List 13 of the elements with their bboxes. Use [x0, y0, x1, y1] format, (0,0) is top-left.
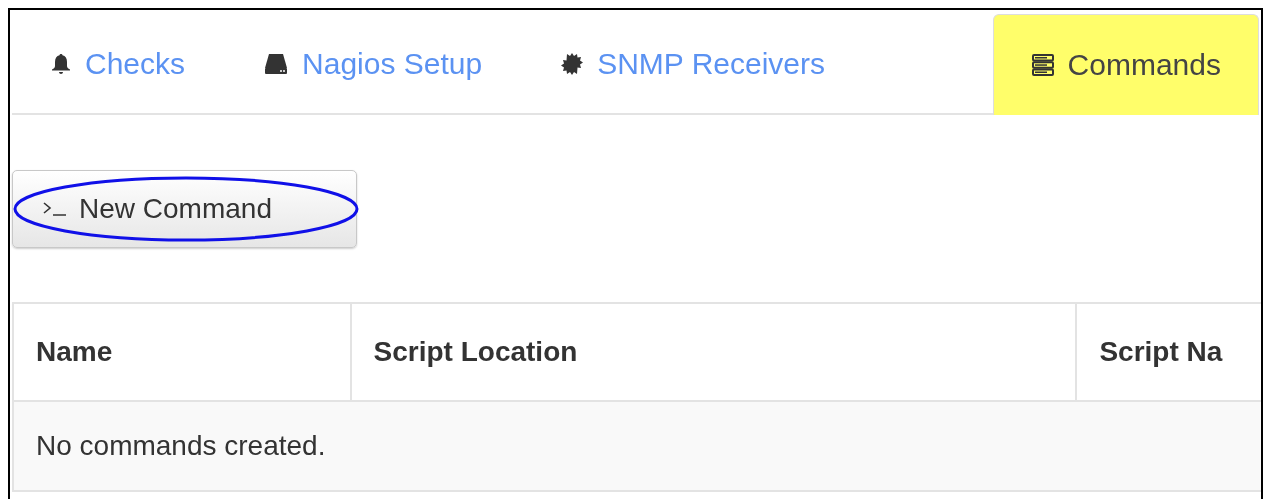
- tab[interactable]: SNMP Receivers: [522, 14, 863, 113]
- tab[interactable]: Checks: [12, 14, 224, 113]
- empty-message: No commands created.: [36, 430, 326, 461]
- tab[interactable]: Nagios Setup: [225, 14, 521, 113]
- new-command-button[interactable]: New Command: [12, 170, 357, 248]
- tab[interactable]: Commands: [992, 14, 1259, 115]
- column-header: Script Location: [350, 303, 1077, 401]
- column-header: Name: [13, 303, 351, 401]
- terminal-icon: [43, 202, 67, 216]
- server-icon: [1031, 54, 1054, 76]
- bell-icon: [51, 53, 71, 75]
- hard-drive-icon: [264, 53, 289, 75]
- gear-icon: [561, 53, 584, 75]
